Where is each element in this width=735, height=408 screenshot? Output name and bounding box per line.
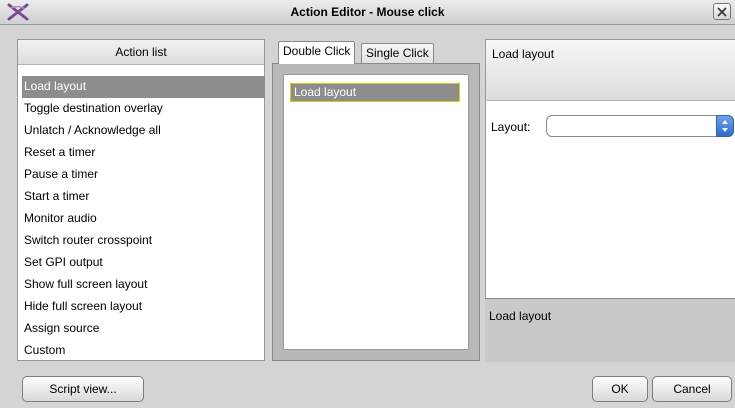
close-button[interactable]: [713, 3, 731, 20]
select-arrows-icon[interactable]: [716, 115, 734, 137]
title-bar[interactable]: Action Editor - Mouse click: [0, 0, 735, 25]
tab-content: Load layout: [272, 63, 480, 361]
action-list-item[interactable]: Unlatch / Acknowledge all: [22, 120, 262, 142]
action-list-item[interactable]: Start a timer: [22, 186, 262, 208]
action-list-header: Action list: [18, 40, 264, 65]
window-title: Action Editor - Mouse click: [290, 5, 445, 19]
close-icon: [717, 6, 727, 17]
parameters-header: Load layout: [486, 40, 735, 101]
layout-select[interactable]: [546, 115, 734, 137]
action-list-item[interactable]: Pause a timer: [22, 164, 262, 186]
up-down-arrows-icon: [722, 120, 728, 132]
event-tabs-panel: Double Click Single Click Load layout: [272, 39, 480, 361]
action-list-item[interactable]: Hide full screen layout: [22, 296, 262, 318]
assigned-actions-list: Load layout: [283, 74, 469, 350]
action-list: Load layout Toggle destination overlay Unl…: [22, 76, 265, 362]
action-list-item[interactable]: Reset a timer: [22, 142, 262, 164]
action-parameters-panel: Load layout Layout: Load layout: [485, 39, 735, 362]
layout-label: Layout:: [491, 120, 531, 134]
action-description: Load layout: [485, 298, 735, 362]
action-list-item[interactable]: Toggle destination overlay: [22, 98, 262, 120]
tab-double-click[interactable]: Double Click: [278, 41, 356, 64]
action-editor-window: Action Editor - Mouse click Action list …: [0, 0, 735, 408]
ok-button[interactable]: OK: [592, 376, 648, 402]
assigned-action-item[interactable]: Load layout: [290, 83, 460, 102]
action-list-item[interactable]: Assign source: [22, 318, 262, 340]
action-list-panel: Action list Load layout Toggle destinatio…: [17, 39, 265, 361]
cancel-button[interactable]: Cancel: [652, 376, 732, 402]
action-list-item[interactable]: Monitor audio: [22, 208, 262, 230]
script-view-button[interactable]: Script view...: [22, 376, 144, 402]
action-list-item[interactable]: Switch router crosspoint: [22, 230, 262, 252]
action-list-item[interactable]: Custom: [22, 340, 262, 362]
action-list-item[interactable]: Set GPI output: [22, 252, 262, 274]
tab-single-click[interactable]: Single Click: [361, 43, 434, 63]
action-list-item[interactable]: Load layout: [22, 76, 265, 98]
action-list-item[interactable]: Show full screen layout: [22, 274, 262, 296]
